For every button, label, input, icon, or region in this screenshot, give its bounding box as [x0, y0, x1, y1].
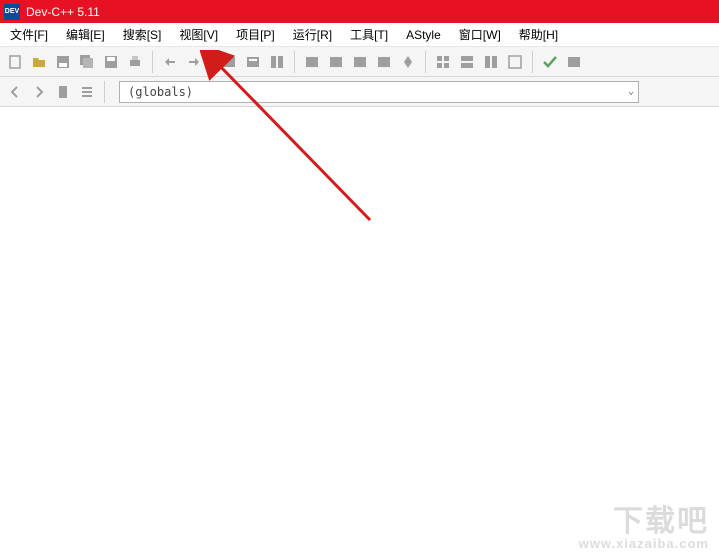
- toolbar-main: [0, 47, 719, 77]
- replace-icon[interactable]: [242, 51, 264, 73]
- toolbar-separator: [294, 51, 295, 73]
- run-icon[interactable]: [325, 51, 347, 73]
- toolbar-secondary: (globals) ⌄: [0, 77, 719, 107]
- menu-help[interactable]: 帮助[H]: [515, 24, 562, 45]
- menu-edit[interactable]: 编辑[E]: [62, 24, 109, 45]
- layout-h-icon[interactable]: [456, 51, 478, 73]
- menubar: 文件[F] 编辑[E] 搜索[S] 视图[V] 项目[P] 运行[R] 工具[T…: [0, 23, 719, 47]
- rebuild-icon[interactable]: [373, 51, 395, 73]
- find-in-files-icon[interactable]: [266, 51, 288, 73]
- toolbar-separator: [425, 51, 426, 73]
- layout-v-icon[interactable]: [480, 51, 502, 73]
- window-title: Dev-C++ 5.11: [26, 5, 100, 19]
- menu-file[interactable]: 文件[F]: [6, 24, 52, 45]
- compile-run-icon[interactable]: [349, 51, 371, 73]
- watermark-text: 下载吧: [613, 505, 709, 538]
- layout-grid-icon[interactable]: [432, 51, 454, 73]
- menu-astyle[interactable]: AStyle: [402, 26, 445, 44]
- menu-view[interactable]: 视图[V]: [175, 24, 222, 45]
- menu-window[interactable]: 窗口[W]: [455, 24, 505, 45]
- compile-icon[interactable]: [301, 51, 323, 73]
- titlebar: DEV Dev-C++ 5.11: [0, 0, 719, 23]
- undo-icon[interactable]: [159, 51, 181, 73]
- check-icon[interactable]: [539, 51, 561, 73]
- toolbar-separator: [532, 51, 533, 73]
- toolbar-separator: [104, 81, 105, 103]
- find-icon[interactable]: [218, 51, 240, 73]
- chevron-down-icon: ⌄: [628, 86, 634, 97]
- editor-area[interactable]: [0, 107, 719, 559]
- menu-search[interactable]: 搜索[S]: [119, 24, 166, 45]
- menu-tools[interactable]: 工具[T]: [346, 24, 392, 45]
- toolbar-separator: [211, 51, 212, 73]
- redo-icon[interactable]: [183, 51, 205, 73]
- print-icon[interactable]: [124, 51, 146, 73]
- scope-selector-value: (globals): [128, 85, 193, 99]
- bookmark-add-icon[interactable]: [52, 81, 74, 103]
- bookmark-list-icon[interactable]: [76, 81, 98, 103]
- save-all-icon[interactable]: [76, 51, 98, 73]
- app-icon: DEV: [4, 4, 20, 20]
- open-file-icon[interactable]: [28, 51, 50, 73]
- save-as-icon[interactable]: [100, 51, 122, 73]
- layout-single-icon[interactable]: [504, 51, 526, 73]
- menu-project[interactable]: 项目[P]: [232, 24, 279, 45]
- new-file-icon[interactable]: [4, 51, 26, 73]
- nav-forward-icon[interactable]: [28, 81, 50, 103]
- watermark: 下载吧 www.xiazaiba.com: [579, 506, 709, 551]
- debug-icon[interactable]: [397, 51, 419, 73]
- menu-run[interactable]: 运行[R]: [289, 24, 336, 45]
- watermark-url: www.xiazaiba.com: [579, 537, 709, 551]
- toolbar-separator: [152, 51, 153, 73]
- goto-icon[interactable]: [563, 51, 585, 73]
- scope-selector[interactable]: (globals) ⌄: [119, 81, 639, 103]
- nav-back-icon[interactable]: [4, 81, 26, 103]
- save-icon[interactable]: [52, 51, 74, 73]
